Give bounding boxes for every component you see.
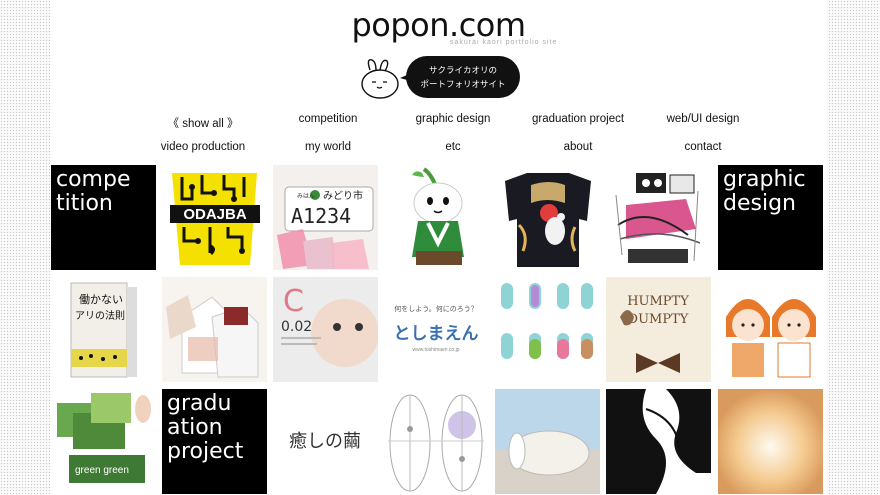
cocoon-object-image bbox=[495, 389, 600, 494]
tile-toshimaen-poster[interactable]: 何をしよう。何にのろう？ としまえん www.toshimaen.co.jp bbox=[384, 277, 489, 382]
tile-iyashi-mayu[interactable]: 癒しの繭 bbox=[273, 389, 378, 494]
green-cards-image: green green bbox=[57, 393, 151, 483]
bunny-characters-image bbox=[501, 283, 593, 359]
tile-humpty-dumpty[interactable]: HUMPTY DUMPTY bbox=[606, 277, 711, 382]
tile-packaging[interactable] bbox=[162, 277, 267, 382]
tile-cocoon-object[interactable] bbox=[495, 389, 600, 494]
humpty-dumpty-image: HUMPTY DUMPTY bbox=[606, 277, 711, 382]
baby-poster-image: C 0.02 bbox=[273, 277, 378, 382]
ink-splash-image bbox=[606, 389, 711, 494]
tile-graduation-label[interactable]: gradu ation project bbox=[162, 389, 267, 494]
tile-license-plate[interactable]: みはん みどり市 A1234 bbox=[273, 165, 378, 270]
tile-competition-label[interactable]: compe tition bbox=[51, 165, 156, 270]
kimono-jacket-image bbox=[505, 173, 591, 267]
tile-warm-glow[interactable] bbox=[718, 389, 823, 494]
baby-number: 0.02 bbox=[281, 319, 312, 335]
plate-small-text: みはん bbox=[297, 193, 315, 200]
tile-green-cards[interactable]: green green bbox=[51, 389, 156, 494]
packaging-image bbox=[166, 295, 259, 378]
baby-letter: C bbox=[283, 284, 304, 319]
toshimaen-logo: としまえん bbox=[394, 324, 479, 344]
tile-blueprint-diagram[interactable] bbox=[384, 389, 489, 494]
page-container: popon.com sakurai kaori portfolio site サ… bbox=[50, 0, 827, 495]
book-title-2: アリの法則 bbox=[75, 309, 125, 322]
nav-video-production[interactable]: video production bbox=[161, 141, 245, 153]
graduation-label-line-1: gradu bbox=[167, 391, 232, 416]
tile-baby-poster[interactable]: C 0.02 bbox=[273, 277, 378, 382]
nav-web-ui-design[interactable]: web/UI design bbox=[667, 113, 740, 125]
graduation-label-line-3: project bbox=[167, 439, 244, 464]
tile-ink-splash[interactable] bbox=[606, 389, 711, 494]
tile-odaiba-poster[interactable]: ODAJBA bbox=[162, 165, 267, 270]
blueprint-diagram-image bbox=[388, 394, 484, 492]
iyashi-mayu-image: 癒しの繭 bbox=[289, 431, 361, 452]
plate-city-text: みどり市 bbox=[323, 189, 363, 202]
humpty-line-1: HUMPTY bbox=[627, 294, 689, 309]
mascot-doll-image bbox=[412, 167, 464, 265]
graphic-label-line-1: graphic bbox=[723, 167, 806, 192]
site-logo[interactable]: popon.com bbox=[50, 6, 827, 44]
robot-collage-image bbox=[615, 173, 701, 263]
tile-bunny-characters[interactable] bbox=[495, 277, 600, 382]
green-card-text: green green bbox=[75, 465, 129, 476]
book-cover-image: 働かない アリの法則 bbox=[70, 282, 137, 378]
speech-bubble: サクライカオリの ポートフォリオサイト bbox=[406, 56, 520, 98]
humpty-line-2: DUMPTY bbox=[628, 312, 689, 327]
bubble-line-1: サクライカオリの bbox=[428, 65, 497, 75]
tile-kimono-jacket[interactable] bbox=[495, 165, 600, 270]
toshimaen-poster-image: 何をしよう。何にのろう？ としまえん www.toshimaen.co.jp bbox=[394, 304, 479, 353]
competition-label-line-1: compe bbox=[56, 167, 131, 192]
graduation-label-line-2: ation bbox=[167, 415, 223, 440]
illustration-friends-image bbox=[726, 299, 816, 378]
warm-glow-image bbox=[718, 389, 823, 494]
nav-my-world[interactable]: my world bbox=[305, 141, 351, 153]
toshimaen-url: www.toshimaen.co.jp bbox=[413, 347, 460, 353]
tile-mascot-doll[interactable] bbox=[384, 165, 489, 270]
nav-graphic-design[interactable]: graphic design bbox=[416, 113, 491, 125]
tile-book-cover[interactable]: 働かない アリの法則 bbox=[51, 277, 156, 382]
odaiba-text: ODAJBA bbox=[183, 206, 247, 223]
nav-competition[interactable]: competition bbox=[299, 113, 358, 125]
graphic-label-line-2: design bbox=[723, 191, 796, 216]
nav-graduation-project[interactable]: graduation project bbox=[532, 113, 624, 125]
odaiba-poster-image: ODAJBA bbox=[170, 173, 260, 265]
nav-contact[interactable]: contact bbox=[684, 141, 721, 153]
nav-about[interactable]: about bbox=[564, 141, 593, 153]
tile-illustration-friends[interactable] bbox=[718, 277, 823, 382]
bubble-line-2: ポートフォリオサイト bbox=[420, 79, 506, 89]
plate-number-text: A1234 bbox=[291, 204, 351, 228]
tile-graphic-design-label[interactable]: graphic design bbox=[718, 165, 823, 270]
site-logo-subtitle: sakurai kaori portfolio site bbox=[450, 39, 558, 46]
tile-robot-collage[interactable] bbox=[606, 165, 711, 270]
nav-show-all[interactable]: 《 show all 》 bbox=[168, 115, 239, 131]
toshimaen-tagline: 何をしよう。何にのろう？ bbox=[394, 304, 478, 313]
nav-etc[interactable]: etc bbox=[445, 141, 460, 153]
book-title-1: 働かない bbox=[79, 293, 123, 306]
iyashi-text: 癒しの繭 bbox=[289, 431, 361, 452]
competition-label-line-2: tition bbox=[56, 191, 113, 216]
license-plate-image: みはん みどり市 A1234 bbox=[273, 165, 378, 270]
